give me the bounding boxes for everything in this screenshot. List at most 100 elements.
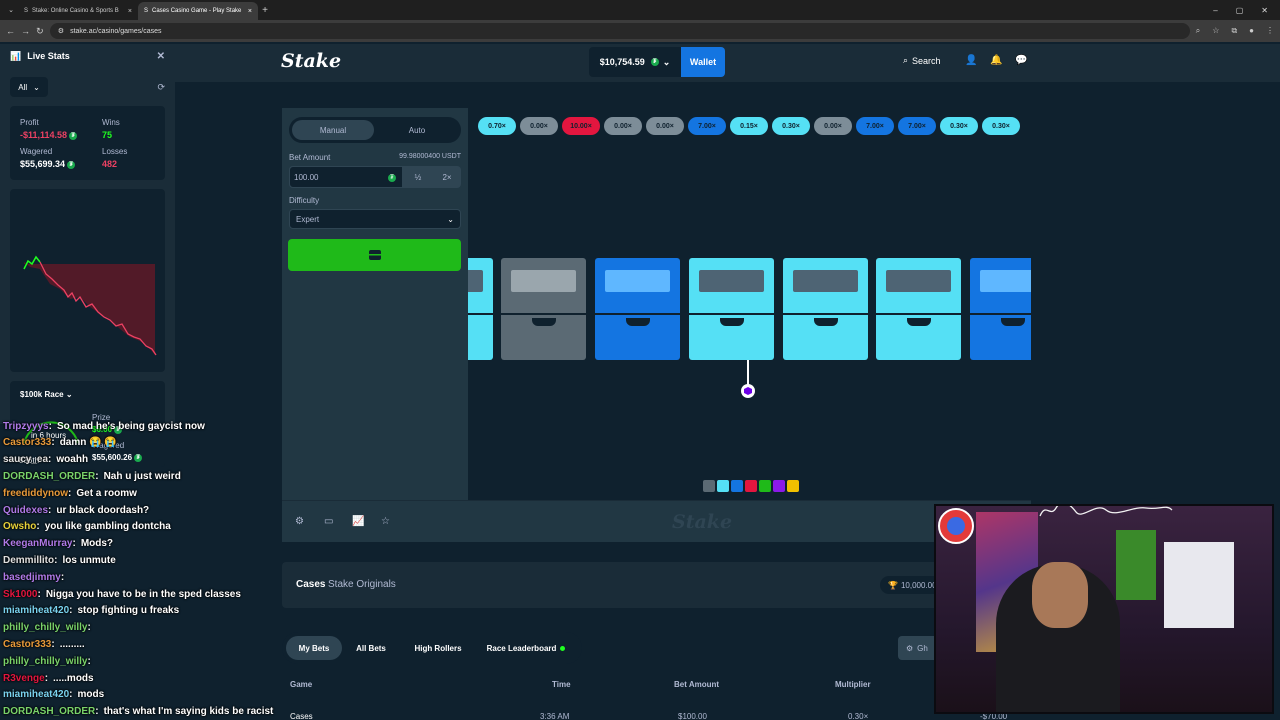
- half-bet-button[interactable]: ½: [404, 166, 432, 188]
- difficulty-value: Expert: [296, 214, 320, 224]
- tab-high-rollers[interactable]: High Rollers: [402, 636, 474, 660]
- manual-tab[interactable]: Manual: [292, 120, 374, 140]
- stats-icon[interactable]: 📈: [352, 516, 364, 527]
- play-button[interactable]: [288, 239, 461, 271]
- close-tab-icon[interactable]: ×: [128, 8, 132, 15]
- history-chip[interactable]: 10.00×: [562, 117, 600, 135]
- search-button[interactable]: ⌕ Search: [903, 55, 941, 66]
- favourite-star-icon[interactable]: ☆: [381, 516, 390, 527]
- minimize-icon[interactable]: –: [1213, 6, 1217, 15]
- menu-icon[interactable]: ⋮: [1266, 26, 1274, 36]
- stats-filter-select[interactable]: All ⌄: [10, 77, 48, 97]
- history-chip[interactable]: 7.00×: [688, 117, 726, 135]
- case-lock-icon: [626, 318, 650, 326]
- double-bet-button[interactable]: 2×: [433, 166, 461, 188]
- site-header: Stake $10,754.59 ₮ ⌄ Wallet ⌕ Search 👤 🔔…: [175, 44, 1280, 82]
- tab-cases[interactable]: S Cases Casino Game - Play Stake ×: [138, 2, 258, 20]
- close-tab-icon[interactable]: ×: [248, 8, 252, 15]
- history-chip[interactable]: 0.00×: [604, 117, 642, 135]
- new-tab-icon[interactable]: +: [258, 5, 272, 16]
- chat-username[interactable]: philly_chilly_willy: [3, 622, 91, 633]
- chat-username[interactable]: KeeganMurray: [3, 538, 76, 549]
- history-chip[interactable]: 0.00×: [520, 117, 558, 135]
- search-icon: ⌕: [903, 55, 909, 65]
- chat-message: miamiheat420 mods: [3, 687, 104, 703]
- chat-username[interactable]: miamiheat420: [3, 605, 73, 616]
- wallet-button[interactable]: Wallet: [681, 47, 725, 77]
- chat-username[interactable]: DORDASH_ORDER: [3, 471, 99, 482]
- chat-username[interactable]: Tripzyyys: [3, 421, 52, 432]
- case-lock-icon: [720, 318, 744, 326]
- back-icon[interactable]: ←: [6, 26, 15, 36]
- stake-logo[interactable]: Stake: [281, 50, 341, 72]
- bet-amount-input[interactable]: 100.00 ₮: [289, 166, 403, 188]
- extensions-icon[interactable]: ⧉: [1231, 26, 1237, 36]
- case-box: [970, 258, 1031, 360]
- balance-selector[interactable]: $10,754.59 ₮ ⌄: [589, 47, 681, 77]
- case-lock-icon: [814, 318, 838, 326]
- chat-username[interactable]: DORDASH_ORDER: [3, 706, 99, 717]
- maximize-icon[interactable]: ▢: [1236, 6, 1244, 15]
- refresh-icon[interactable]: ⟳: [157, 82, 165, 93]
- chat-username[interactable]: Owsho: [3, 521, 40, 532]
- legend-swatch: [787, 480, 799, 492]
- bookmark-star-icon[interactable]: ☆: [1212, 26, 1219, 36]
- user-icon[interactable]: 👤: [965, 55, 977, 66]
- reload-icon[interactable]: ↻: [36, 26, 44, 37]
- chat-username[interactable]: saucy_ea: [3, 454, 51, 465]
- chat-message: philly_chilly_willy: [3, 653, 96, 669]
- tab-all-bets[interactable]: All Bets: [346, 636, 396, 660]
- history-chip[interactable]: 0.70×: [478, 117, 516, 135]
- zoom-icon[interactable]: ⌕: [1196, 26, 1200, 36]
- case-lid: [783, 258, 868, 313]
- ghost-mode-button[interactable]: ⚙ Gh: [898, 636, 938, 660]
- chat-icon[interactable]: 💬: [1015, 55, 1027, 66]
- chat-username[interactable]: Sk1000: [3, 589, 41, 600]
- profile-icon[interactable]: ●: [1249, 26, 1254, 36]
- case-lid: [595, 258, 680, 313]
- case-lock-icon: [1001, 318, 1025, 326]
- tab-race-leaderboard[interactable]: Race Leaderboard: [480, 636, 572, 660]
- legend-swatch: [703, 480, 715, 492]
- chat-text: Get a roomw: [76, 487, 137, 499]
- history-chip[interactable]: 0.00×: [646, 117, 684, 135]
- chat-username[interactable]: Castor333: [3, 639, 55, 650]
- race-title[interactable]: $100k Race ⌄: [20, 390, 73, 399]
- close-icon[interactable]: ✕: [157, 51, 165, 62]
- chat-username[interactable]: miamiheat420: [3, 689, 73, 700]
- site-info-icon[interactable]: ⚙: [58, 27, 64, 35]
- history-chip[interactable]: 0.30×: [940, 117, 978, 135]
- chat-username[interactable]: philly_chilly_willy: [3, 656, 91, 667]
- theatre-mode-icon[interactable]: ▭: [324, 516, 333, 527]
- stats-chart-icon: 📊: [10, 50, 22, 61]
- legend-swatch: [717, 480, 729, 492]
- forward-icon[interactable]: →: [21, 26, 30, 36]
- history-chip[interactable]: 7.00×: [856, 117, 894, 135]
- chat-username[interactable]: Quidexes: [3, 505, 51, 516]
- chat-username[interactable]: basedjimmy: [3, 572, 64, 583]
- chat-username[interactable]: Castor333: [3, 437, 55, 448]
- history-chip[interactable]: 0.30×: [982, 117, 1020, 135]
- tab-list-icon[interactable]: ⌄: [4, 6, 18, 14]
- chevron-down-icon: ⌄: [33, 82, 40, 92]
- auto-tab[interactable]: Auto: [376, 120, 458, 140]
- difficulty-select[interactable]: Expert ⌄: [289, 209, 461, 229]
- close-window-icon[interactable]: ✕: [1261, 6, 1268, 15]
- history-chip[interactable]: 0.30×: [772, 117, 810, 135]
- chat-text: that's what I'm saying kids be racist: [103, 706, 274, 718]
- history-chip[interactable]: 0.15×: [730, 117, 768, 135]
- history-chip[interactable]: 0.00×: [814, 117, 852, 135]
- chat-username[interactable]: R3venge: [3, 673, 48, 684]
- chevron-down-icon: ⌄: [447, 214, 454, 224]
- address-bar[interactable]: ⚙ stake.ac/casino/games/cases: [49, 23, 1190, 39]
- chat-username[interactable]: freediddynow: [3, 488, 71, 499]
- case-window: [793, 270, 858, 292]
- history-chip[interactable]: 7.00×: [898, 117, 936, 135]
- search-label: Search: [912, 55, 941, 66]
- chat-text: Mods?: [80, 538, 114, 550]
- chat-username[interactable]: Demmillito: [3, 555, 57, 566]
- notifications-icon[interactable]: 🔔: [990, 55, 1002, 66]
- tab-stake-home[interactable]: S Stake: Online Casino & Sports B ×: [18, 2, 138, 20]
- chat-message: DORDASH_ORDER that's what I'm saying kids…: [3, 704, 273, 720]
- stake-watermark: Stake: [672, 511, 733, 533]
